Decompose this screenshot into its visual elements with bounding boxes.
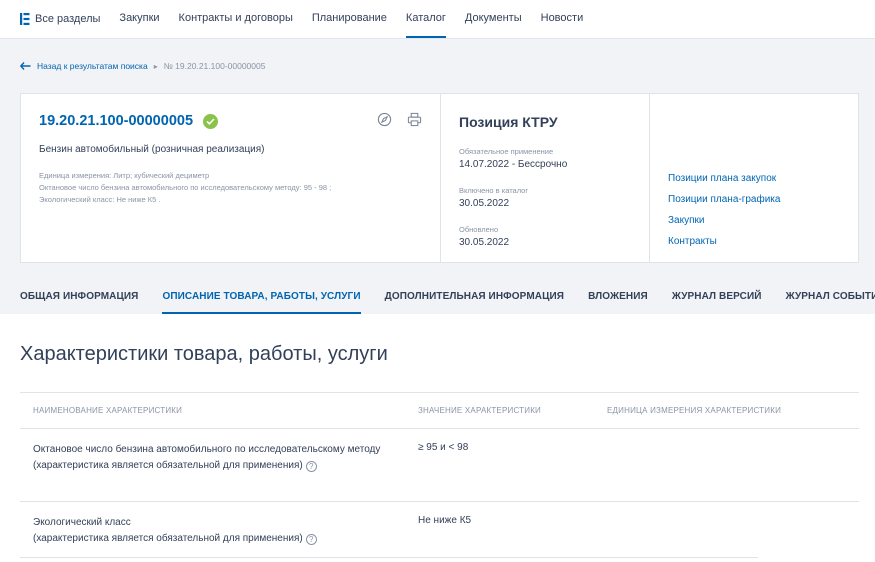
tabs: ОБЩАЯ ИНФОРМАЦИЯ ОПИСАНИЕ ТОВАРА, РАБОТЫ… <box>0 281 875 314</box>
check-icon <box>203 113 219 129</box>
breadcrumb-current: № 19.20.21.100-00000005 <box>163 61 266 71</box>
nav-planning[interactable]: Планирование <box>312 0 387 38</box>
nav-purchases[interactable]: Закупки <box>119 0 159 38</box>
characteristic-title: Октановое число бензина автомобильного п… <box>33 444 381 455</box>
help-icon[interactable]: ? <box>305 460 317 472</box>
characteristic-value: Не ниже К5 <box>418 515 472 526</box>
updated-value: 30.05.2022 <box>459 237 510 248</box>
col-unit-header: ЕДИНИЦА ИЗМЕРЕНИЯ ХАРАКТЕРИСТИКИ <box>607 406 782 415</box>
characteristic-title: Экологический класс <box>33 517 131 528</box>
compass-icon[interactable] <box>377 112 392 127</box>
registry-number-text: 19.20.21.100-00000005 <box>39 113 194 129</box>
help-icon[interactable]: ? <box>305 533 317 545</box>
nav-contracts[interactable]: Контракты и договоры <box>179 0 293 38</box>
mandatory-value: 14.07.2022 - Бессрочно <box>459 159 568 170</box>
arrow-left-icon <box>20 62 31 70</box>
tab-description[interactable]: ОПИСАНИЕ ТОВАРА, РАБОТЫ, УСЛУГИ <box>162 281 361 314</box>
product-name: Бензин автомобильный (розничная реализац… <box>39 144 265 155</box>
tab-additional[interactable]: ДОПОЛНИТЕЛЬНАЯ ИНФОРМАЦИЯ <box>385 281 564 314</box>
divider <box>20 557 758 558</box>
characteristic-value: ≥ 95 и < 98 <box>418 442 469 453</box>
ktru-card: 19.20.21.100-00000005 Бензин автомобильн… <box>20 93 859 263</box>
updated-field: Обновлено 30.05.2022 <box>459 225 509 248</box>
characteristic-name: Октановое число бензина автомобильного п… <box>33 442 393 473</box>
link-purchases[interactable]: Закупки <box>668 215 780 227</box>
tab-general[interactable]: ОБЩАЯ ИНФОРМАЦИЯ <box>20 281 138 314</box>
note-text: (характеристика является обязательной дл… <box>33 532 303 544</box>
chevron-right-icon: ▸ <box>153 61 158 71</box>
registry-number: 19.20.21.100-00000005 <box>39 113 219 129</box>
mandatory-label: Обязательное применение <box>459 147 554 156</box>
included-value: 30.05.2022 <box>459 198 510 209</box>
table-header: НАИМЕНОВАНИЕ ХАРАКТЕРИСТИКИ ЗНАЧЕНИЕ ХАР… <box>20 392 859 429</box>
card-links: Позиции плана закупок Позиции плана-граф… <box>650 94 858 262</box>
card-tools <box>377 112 422 127</box>
tab-versions[interactable]: ЖУРНАЛ ВЕРСИЙ <box>672 281 762 314</box>
meta-octane: Октановое число бензина автомобильного п… <box>39 183 332 192</box>
breadcrumb: Назад к результатам поиска ▸ № 19.20.21.… <box>20 61 265 71</box>
card-main: 19.20.21.100-00000005 Бензин автомобильн… <box>21 94 441 262</box>
nav-news[interactable]: Новости <box>541 0 584 38</box>
back-label: Назад к результатам поиска <box>37 61 148 71</box>
link-contracts[interactable]: Контракты <box>668 236 780 248</box>
link-plan-positions[interactable]: Позиции плана закупок <box>668 173 780 185</box>
sections-icon <box>20 13 30 25</box>
link-schedule-positions[interactable]: Позиции плана-графика <box>668 194 780 206</box>
characteristic-name: Экологический класс (характеристика явля… <box>33 515 393 546</box>
tab-attachments[interactable]: ВЛОЖЕНИЯ <box>588 281 648 314</box>
note-text: (характеристика является обязательной дл… <box>33 459 303 471</box>
nav-label: Все разделы <box>35 13 101 25</box>
meta-unit: Единица измерения: Литр; кубический деци… <box>39 171 210 180</box>
product-meta: Единица измерения: Литр; кубический деци… <box>39 170 331 206</box>
print-icon[interactable] <box>407 112 422 127</box>
characteristic-note: (характеристика является обязательной дл… <box>33 531 393 547</box>
col-name-header: НАИМЕНОВАНИЕ ХАРАКТЕРИСТИКИ <box>33 406 183 415</box>
included-field: Включено в каталог 30.05.2022 <box>459 186 528 209</box>
table-row: Экологический класс (характеристика явля… <box>20 502 859 557</box>
back-to-search-link[interactable]: Назад к результатам поиска <box>20 61 148 71</box>
related-links: Позиции плана закупок Позиции плана-граф… <box>668 173 780 248</box>
nav-documents[interactable]: Документы <box>465 0 522 38</box>
tab-events[interactable]: ЖУРНАЛ СОБЫТИЙ <box>786 281 875 314</box>
nav-catalog[interactable]: Каталог <box>405 0 446 38</box>
characteristic-note: (характеристика является обязательной дл… <box>33 458 393 474</box>
position-title: Позиция КТРУ <box>459 114 558 130</box>
section-title: Характеристики товара, работы, услуги <box>20 343 388 365</box>
card-position-info: Позиция КТРУ Обязательное применение 14.… <box>441 94 650 262</box>
meta-eco-class: Экологический класс: Не ниже К5 . <box>39 195 161 204</box>
top-nav: Все разделы Закупки Контракты и договоры… <box>0 0 875 38</box>
nav-all-sections[interactable]: Все разделы <box>20 0 100 38</box>
updated-label: Обновлено <box>459 225 499 234</box>
mandatory-field: Обязательное применение 14.07.2022 - Бес… <box>459 147 567 170</box>
characteristics-table: НАИМЕНОВАНИЕ ХАРАКТЕРИСТИКИ ЗНАЧЕНИЕ ХАР… <box>20 392 859 557</box>
included-label: Включено в каталог <box>459 186 529 195</box>
table-row: Октановое число бензина автомобильного п… <box>20 429 859 502</box>
col-value-header: ЗНАЧЕНИЕ ХАРАКТЕРИСТИКИ <box>418 406 542 415</box>
